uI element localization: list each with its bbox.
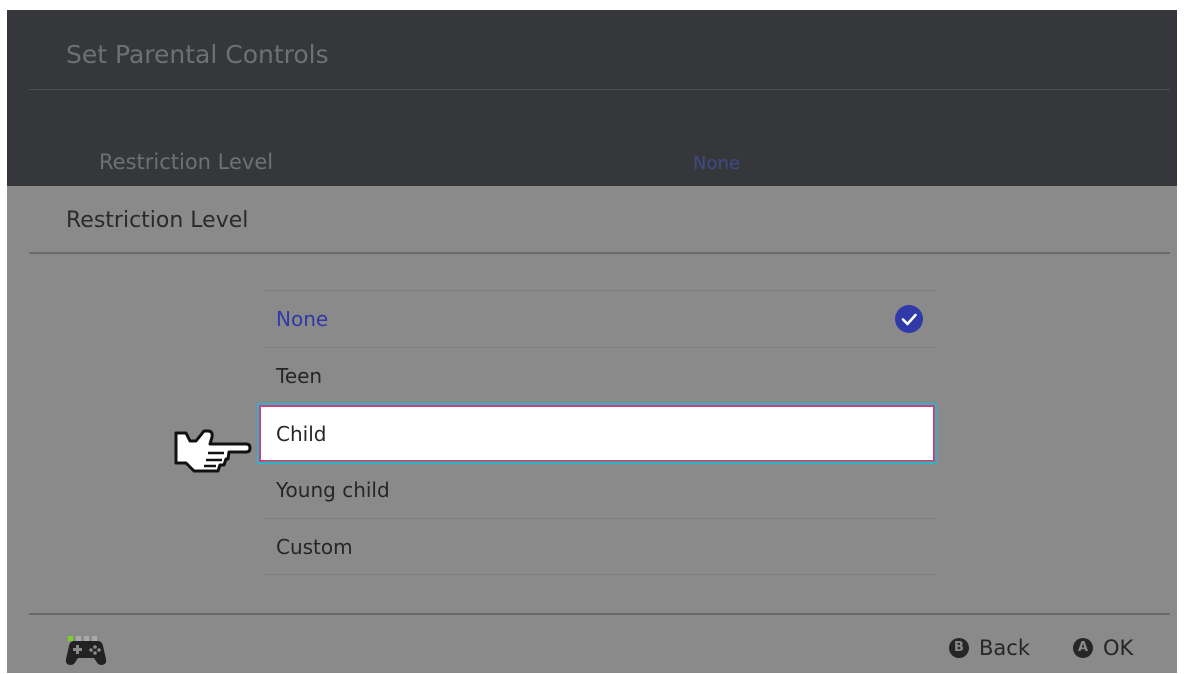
back-label: Back xyxy=(979,636,1030,660)
background-row-label: Restriction Level xyxy=(99,150,274,174)
ok-label: OK xyxy=(1103,636,1134,660)
background-row-value: None xyxy=(693,153,740,174)
a-button-icon: A xyxy=(1073,638,1093,658)
ok-button[interactable]: A OK xyxy=(1073,636,1133,660)
restriction-level-options: None Teen Child Young child Custom xyxy=(259,290,936,575)
checkmark-icon xyxy=(895,305,923,333)
focus-highlight: Child xyxy=(259,405,935,462)
divider xyxy=(29,89,1170,90)
option-child[interactable]: Child xyxy=(259,404,936,462)
option-label: Custom xyxy=(276,535,353,559)
option-young-child[interactable]: Young child xyxy=(264,461,936,518)
option-label: None xyxy=(276,307,329,331)
pointing-hand-icon xyxy=(172,419,254,479)
option-teen[interactable]: Teen xyxy=(264,347,936,404)
option-custom[interactable]: Custom xyxy=(264,518,936,575)
b-button-icon: B xyxy=(949,638,969,658)
popup-title: Restriction Level xyxy=(66,208,249,233)
divider xyxy=(29,252,1170,254)
background-page-title: Set Parental Controls xyxy=(66,40,329,69)
option-label: Teen xyxy=(276,364,323,388)
option-label: Young child xyxy=(276,478,390,502)
background-page: Set Parental Controls Restriction Level … xyxy=(7,10,1177,186)
screen: Set Parental Controls Restriction Level … xyxy=(7,10,1177,673)
option-label: Child xyxy=(276,422,327,446)
gamepad-icon xyxy=(65,638,107,670)
option-none[interactable]: None xyxy=(264,290,936,347)
back-button[interactable]: B Back xyxy=(949,636,1030,660)
divider xyxy=(29,613,1170,615)
